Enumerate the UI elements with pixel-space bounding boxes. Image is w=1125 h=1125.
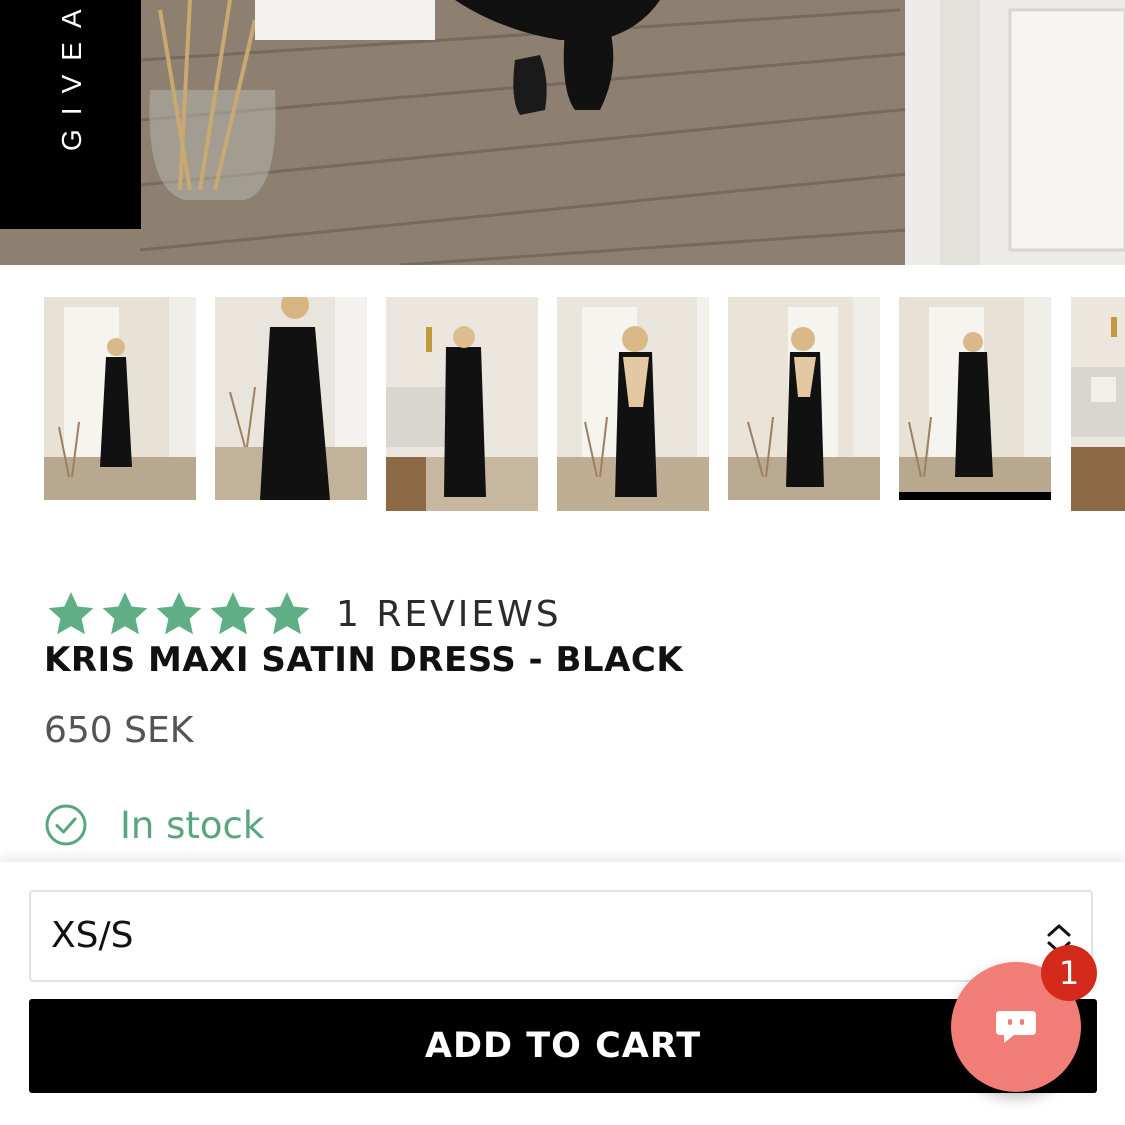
add-to-cart-button[interactable]: ADD TO CART bbox=[29, 999, 1097, 1093]
size-select[interactable]: XS/S bbox=[29, 890, 1093, 982]
chat-bubble-icon bbox=[996, 1011, 1036, 1043]
chat-notification-badge: 1 bbox=[1041, 945, 1097, 1001]
star-icon bbox=[210, 592, 256, 635]
thumbnail-1[interactable] bbox=[44, 297, 196, 500]
stock-label: In stock bbox=[120, 803, 265, 847]
check-circle-icon bbox=[45, 804, 87, 846]
product-title: KRIS MAXI SATIN DRESS - BLACK bbox=[44, 640, 684, 680]
star-icon bbox=[264, 592, 310, 635]
reviews-link[interactable]: 1 REVIEWS bbox=[336, 594, 562, 635]
star-icon bbox=[102, 592, 148, 635]
hero-photo bbox=[0, 0, 1125, 265]
star-icon bbox=[48, 592, 94, 635]
thumbnail-2[interactable] bbox=[215, 297, 367, 500]
thumbnail-3[interactable] bbox=[386, 297, 538, 511]
product-hero-image[interactable]: GIVEAW bbox=[0, 0, 1125, 265]
sticky-cart-bar: XS/S ADD TO CART bbox=[0, 862, 1125, 1125]
product-price: 650 SEK bbox=[44, 710, 194, 751]
stock-status: In stock bbox=[44, 803, 264, 847]
giveaway-tab[interactable]: GIVEAW bbox=[0, 0, 141, 229]
giveaway-label: GIVEAW bbox=[56, 0, 87, 151]
thumbnail-7[interactable] bbox=[1071, 297, 1125, 511]
thumbnail-strip[interactable] bbox=[0, 297, 1125, 512]
thumbnail-6[interactable] bbox=[899, 297, 1051, 500]
rating-row[interactable]: 1 REVIEWS bbox=[44, 587, 562, 641]
size-select-value: XS/S bbox=[51, 915, 134, 956]
active-thumbnail-indicator bbox=[899, 492, 1051, 500]
thumbnail-5[interactable] bbox=[728, 297, 880, 500]
thumbnail-4[interactable] bbox=[557, 297, 709, 511]
star-icon bbox=[156, 592, 202, 635]
